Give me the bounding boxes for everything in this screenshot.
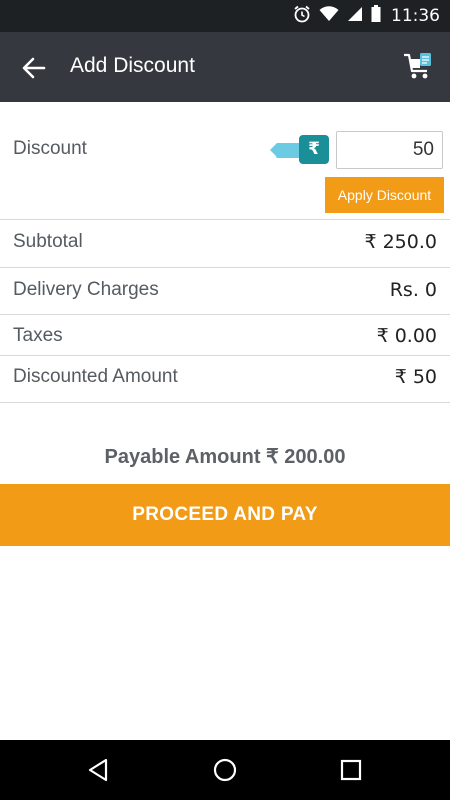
delivery-value: Rs. 0 <box>389 279 437 301</box>
signal-icon <box>347 6 363 27</box>
app-bar: Add Discount <box>0 32 450 102</box>
status-bar: 11:36 <box>0 0 450 32</box>
cart-icon[interactable] <box>402 50 434 82</box>
taxes-label: Taxes <box>13 325 63 346</box>
subtotal-value: ₹ 250.0 <box>364 231 437 253</box>
battery-icon <box>371 5 381 27</box>
status-icons: 11:36 <box>293 5 440 28</box>
discount-label: Discount <box>13 138 87 159</box>
taxes-row: Taxes ₹ 0.00 <box>0 315 450 356</box>
discounted-amount-row: Discounted Amount ₹ 50 <box>0 356 450 403</box>
rupee-icon[interactable]: ₹ <box>299 135 329 164</box>
navigation-bar <box>0 740 450 800</box>
back-arrow-icon[interactable] <box>20 54 48 82</box>
subtotal-row: Subtotal ₹ 250.0 <box>0 220 450 268</box>
discounted-amount-value: ₹ 50 <box>394 366 437 388</box>
nav-back-icon[interactable] <box>86 757 112 783</box>
wifi-icon <box>319 5 339 27</box>
discounted-amount-label: Discounted Amount <box>13 366 178 387</box>
status-time: 11:36 <box>391 6 440 26</box>
taxes-value: ₹ 0.00 <box>376 325 437 347</box>
nav-home-icon[interactable] <box>212 757 238 783</box>
subtotal-label: Subtotal <box>13 231 83 252</box>
page-title: Add Discount <box>70 54 195 77</box>
payable-amount: Payable Amount ₹ 200.00 <box>104 446 346 468</box>
delivery-row: Delivery Charges Rs. 0 <box>0 268 450 315</box>
delivery-label: Delivery Charges <box>13 279 159 300</box>
proceed-and-pay-button[interactable]: PROCEED AND PAY <box>0 484 450 546</box>
currency-toggle[interactable]: ₹ <box>270 135 330 165</box>
alarm-icon <box>293 5 311 28</box>
apply-discount-button[interactable]: Apply Discount <box>325 177 444 213</box>
discount-input[interactable] <box>336 131 443 169</box>
nav-recents-icon[interactable] <box>338 757 364 783</box>
